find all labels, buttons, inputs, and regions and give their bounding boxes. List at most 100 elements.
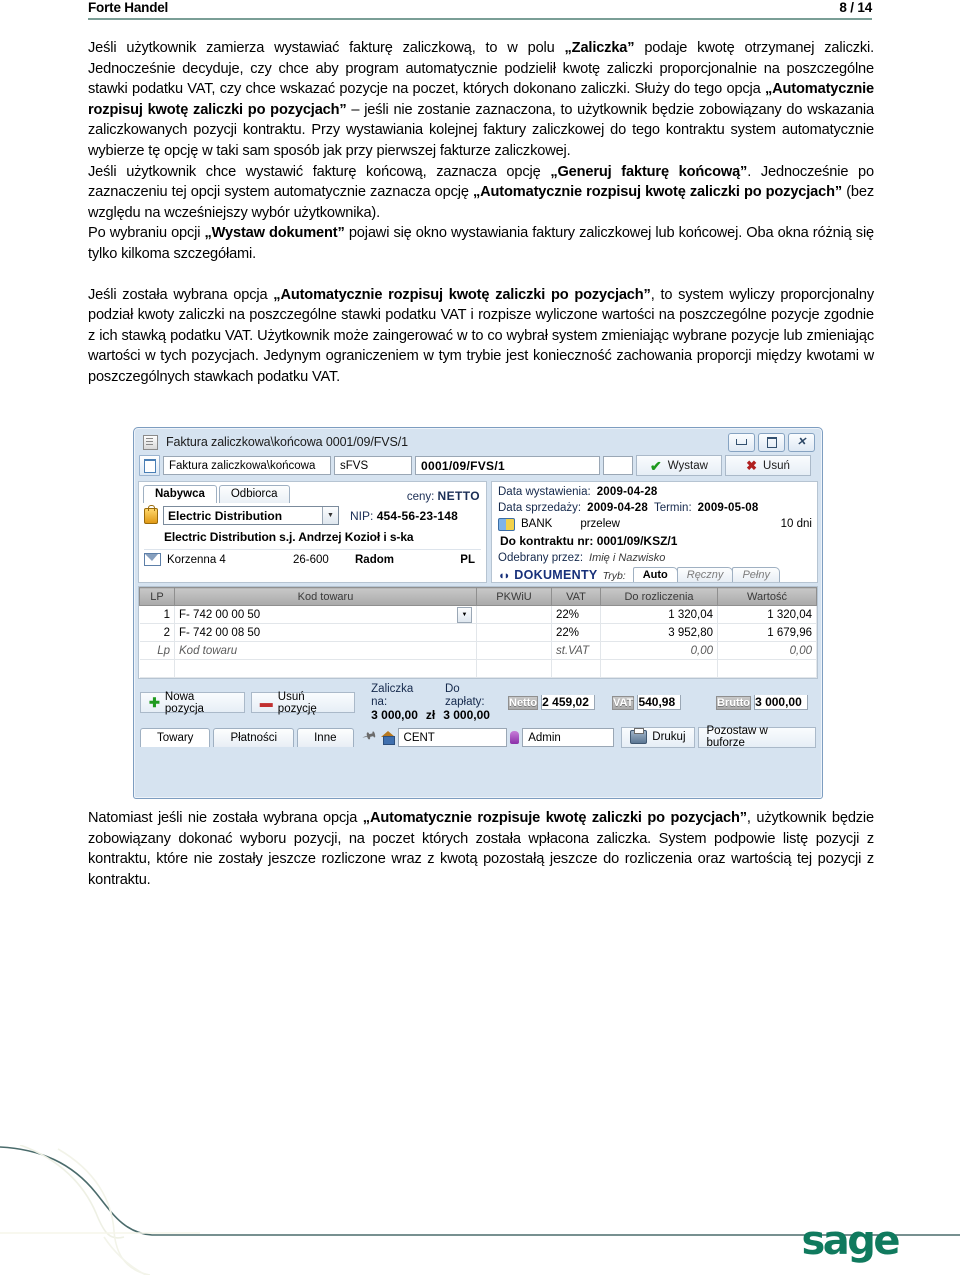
table-row[interactable]: 2 F- 742 00 08 50 22% 3 952,80 1 679,96 xyxy=(139,623,817,642)
p2-term-auto-rozpisuj: „Automatycznie rozpisuj kwotę zaliczki p… xyxy=(473,184,843,201)
paragraph-1: Jeśli użytkownik zamierza wystawiać fakt… xyxy=(88,38,874,162)
nip-field: NIP: 454-56-23-148 xyxy=(350,509,458,523)
total-netto-label: Netto xyxy=(508,696,539,710)
document-icon xyxy=(139,455,160,476)
p2-term-generuj: „Generuj fakturę końcową” xyxy=(550,163,748,180)
cell-vat: 22% xyxy=(551,605,601,624)
total-vat-label: VAT xyxy=(612,696,635,710)
p4-term-auto-rozpisuj: „Automatycznie rozpisuj kwotę zaliczki p… xyxy=(273,286,651,303)
cell-wartosc: 1 679,96 xyxy=(717,623,817,642)
payment-days: 10 dni xyxy=(780,518,812,530)
document-number-field[interactable]: 0001/09/FVS/1 xyxy=(415,456,600,475)
document-extra-field[interactable] xyxy=(603,456,633,475)
table-row[interactable]: 1 F- 742 00 00 50 ▼ 22% 1 320,04 1 320,0… xyxy=(139,605,817,624)
document-title: Forte Handel xyxy=(88,0,169,15)
contractor-combo[interactable]: Electric Distribution ▼ xyxy=(163,506,339,525)
advance-currency: zł xyxy=(425,708,436,722)
tab-odbiorca[interactable]: Odbiorca xyxy=(218,485,290,503)
center-field[interactable]: CENT xyxy=(397,727,508,747)
prices-label: ceny: xyxy=(406,491,435,503)
total-brutto: Brutto 3 000,00 xyxy=(716,694,818,711)
table-row-placeholder[interactable]: Lp Kod towaru st.VAT 0,00 0,00 xyxy=(139,641,817,660)
cell-lp: 1 xyxy=(139,605,175,624)
delete-button[interactable]: ✖ Usuń xyxy=(725,455,811,476)
total-netto: Netto 2 459,02 xyxy=(508,694,610,711)
user-field[interactable]: Admin xyxy=(522,727,615,747)
sale-date-row: Data sprzedaży: 2009-04-28 Termin: 2009-… xyxy=(498,500,812,516)
window-titlebar: Faktura zaliczkowa\końcowa 0001/09/FVS/1… xyxy=(137,431,819,453)
minus-icon: ▬ xyxy=(259,695,273,710)
col-pkwiu[interactable]: PKWiU xyxy=(476,587,552,606)
payment-row: BANK przelew 10 dni xyxy=(498,516,812,532)
footer-tabs-row: Towary Płatności Inne 🖈 CENT Admin Druku… xyxy=(138,724,818,749)
plus-icon: ✚ xyxy=(149,695,160,710)
issue-date-value[interactable]: 2009-04-28 xyxy=(597,486,658,498)
mode-label: Tryb: xyxy=(602,570,626,582)
chevron-down-icon[interactable]: ▼ xyxy=(322,507,338,524)
chevron-down-icon[interactable]: ▼ xyxy=(457,606,472,623)
tab-inne[interactable]: Inne xyxy=(297,727,354,747)
issue-button[interactable]: ✔ Wystaw xyxy=(636,455,722,476)
delete-button-label: Usuń xyxy=(763,459,790,472)
delete-item-button[interactable]: ▬ Usuń pozycję xyxy=(250,691,356,715)
tab-towary[interactable]: Towary xyxy=(140,727,211,747)
sale-date-value[interactable]: 2009-04-28 xyxy=(587,502,648,514)
print-label: Drukuj xyxy=(652,731,686,743)
document-symbol-field[interactable]: sFVS xyxy=(334,456,412,475)
totals-group: Netto 2 459,02 VAT 540,98 Brutto 3 000,0… xyxy=(508,694,818,711)
cell-lp: 2 xyxy=(139,623,175,642)
p1-text-a: Jeśli użytkownik zamierza wystawiać fakt… xyxy=(88,40,565,56)
buyer-tab-body: Electric Distribution ▼ NIP: 454-56-23-1… xyxy=(139,503,486,569)
items-grid: LP Kod towaru PKWiU VAT Do rozliczenia W… xyxy=(138,586,818,679)
window-title: Faktura zaliczkowa\końcowa 0001/09/FVS/1 xyxy=(166,435,408,449)
cell-kod-text: F- 742 00 00 50 xyxy=(179,608,261,621)
header-divider xyxy=(88,18,872,20)
cell-pkwiu xyxy=(476,605,552,624)
term-value[interactable]: 2009-05-08 xyxy=(698,502,759,514)
close-button[interactable]: ✕ xyxy=(788,432,815,452)
envelope-icon xyxy=(144,553,161,566)
documents-row: ◖◗ DOKUMENTY Tryb: Auto Ręczny Pełny xyxy=(498,567,812,582)
buyer-tabs: Nabywca Odbiorca ceny: NETTO xyxy=(139,482,486,503)
address-row: Korzenna 4 26-600 Radom PL xyxy=(144,549,481,566)
cell-lp: Lp xyxy=(139,641,175,660)
payment-type[interactable]: przelew xyxy=(580,518,620,530)
invoice-window-screenshot: Faktura zaliczkowa\końcowa 0001/09/FVS/1… xyxy=(133,427,823,799)
keep-in-buffer-button[interactable]: Pozostaw w buforze xyxy=(697,725,816,749)
col-do-rozliczenia[interactable]: Do rozliczenia xyxy=(600,587,718,606)
document-type-field[interactable]: Faktura zaliczkowa\końcowa xyxy=(163,456,331,475)
cell-kod[interactable]: F- 742 00 00 50 ▼ xyxy=(174,605,477,624)
lock-icon xyxy=(144,504,158,524)
minimize-button[interactable] xyxy=(728,432,755,452)
col-wartosc[interactable]: Wartość xyxy=(717,587,817,606)
col-vat[interactable]: VAT xyxy=(551,587,601,606)
received-by-value[interactable]: Imię i Nazwisko xyxy=(589,552,665,564)
col-lp[interactable]: LP xyxy=(139,587,175,606)
maximize-button[interactable] xyxy=(758,432,785,452)
cell-kod: F- 742 00 08 50 xyxy=(174,623,477,642)
tab-platnosci[interactable]: Płatności xyxy=(213,727,295,747)
sage-logo: sage xyxy=(801,1218,900,1264)
mode-tab-auto[interactable]: Auto xyxy=(632,567,678,582)
tab-nabywca[interactable]: Nabywca xyxy=(143,485,217,503)
payment-method[interactable]: BANK xyxy=(521,518,552,530)
printer-icon xyxy=(630,728,648,744)
p3-text-a: Po wybraniu opcji xyxy=(88,225,205,242)
cell-vat: st.VAT xyxy=(551,641,601,660)
mode-tab-reczny[interactable]: Ręczny xyxy=(676,567,734,582)
close-icon: ✕ xyxy=(796,435,807,448)
paperclip-icon[interactable]: 🖈 xyxy=(358,724,379,749)
cell-wartosc: 1 320,04 xyxy=(717,605,817,624)
p2-text-a: Jeśli użytkownik chce wystawić fakturę k… xyxy=(88,163,551,180)
sale-date-label: Data sprzedaży: xyxy=(498,502,582,514)
contract-value[interactable]: 0001/09/KSZ/1 xyxy=(597,534,678,548)
received-by-row: Odebrany przez: Imię i Nazwisko xyxy=(498,550,812,566)
print-button[interactable]: Drukuj xyxy=(621,726,695,748)
mode-tab-pelny[interactable]: Pełny xyxy=(732,567,780,582)
new-item-button[interactable]: ✚ Nowa pozycja xyxy=(140,691,245,715)
col-kod[interactable]: Kod towaru xyxy=(174,587,477,606)
page-header: Forte Handel 8 / 14 xyxy=(88,0,872,34)
table-row-empty xyxy=(139,659,817,678)
mode-tabs: Auto Ręczny Pełny xyxy=(632,567,780,582)
